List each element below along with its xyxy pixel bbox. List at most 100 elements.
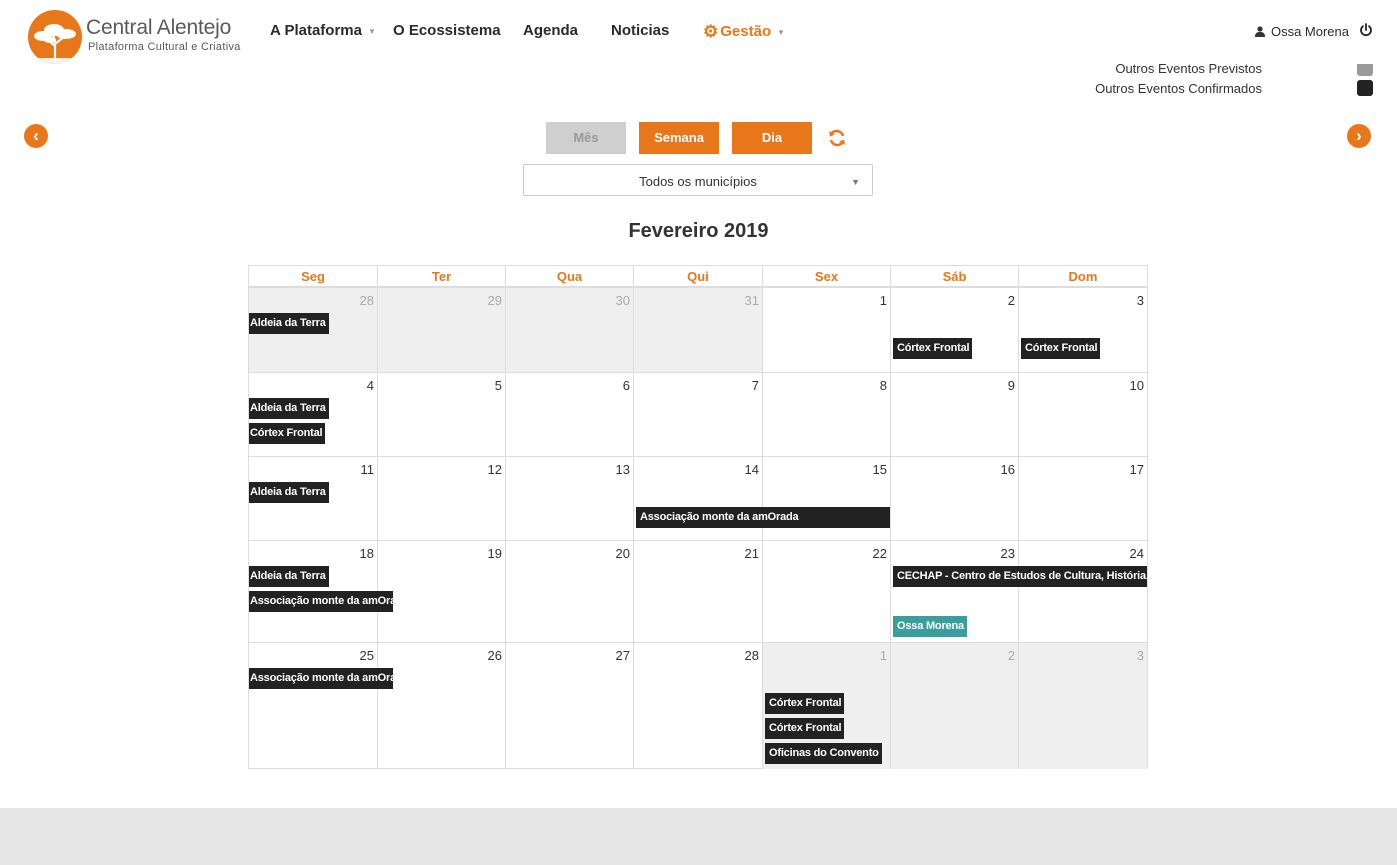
view-week-button[interactable]: Semana: [639, 122, 719, 154]
day-number: 9: [1007, 378, 1015, 393]
day-cell[interactable]: 6: [505, 372, 633, 456]
day-number: 1: [879, 648, 887, 663]
day-cell[interactable]: 16: [890, 456, 1018, 540]
calendar-event[interactable]: Ossa Morena: [893, 616, 967, 637]
day-cell[interactable]: 30: [505, 287, 633, 372]
nav-a-plataforma[interactable]: A Plataforma ▼: [270, 22, 376, 39]
day-number: 2: [1007, 648, 1015, 663]
calendar-event[interactable]: Oficinas do Convento: [765, 743, 882, 764]
day-cell[interactable]: 2: [890, 287, 1018, 372]
day-cell[interactable]: 13: [505, 456, 633, 540]
day-cell[interactable]: 22: [762, 540, 890, 642]
municipality-select[interactable]: Todos os municípios ▼: [523, 164, 873, 196]
day-cell[interactable]: 26: [377, 642, 505, 769]
day-number: 25: [359, 648, 374, 663]
day-cell[interactable]: 12: [377, 456, 505, 540]
day-cell[interactable]: 3: [1018, 642, 1147, 769]
nav-item-label: A Plataforma: [270, 22, 362, 39]
calendar-event[interactable]: Córtex Frontal: [1021, 338, 1101, 359]
weekday-label: Seg: [301, 269, 325, 284]
day-cell[interactable]: 2: [890, 642, 1018, 769]
calendar-event[interactable]: Aldeia da Terra: [249, 482, 329, 503]
day-number: 27: [615, 648, 630, 663]
day-cell[interactable]: 5: [377, 372, 505, 456]
select-value: Todos os municípios: [639, 174, 757, 189]
caret-down-icon: ▼: [777, 27, 786, 37]
user-icon: [1254, 26, 1265, 37]
calendar-event[interactable]: Associação monte da amOrada: [636, 507, 890, 528]
day-number: 15: [872, 462, 887, 477]
day-number: 14: [744, 462, 759, 477]
view-month-button[interactable]: Mês: [546, 122, 626, 154]
day-cell[interactable]: 3: [1018, 287, 1147, 372]
day-number: 12: [487, 462, 502, 477]
day-number: 18: [359, 546, 374, 561]
nav-item-label: O Ecossistema: [393, 22, 501, 39]
day-number: 21: [744, 546, 759, 561]
weekday-label: Sáb: [890, 266, 1018, 287]
day-number: 17: [1129, 462, 1144, 477]
calendar-event[interactable]: Aldeia da Terra: [249, 398, 329, 419]
day-cell[interactable]: 24: [1018, 540, 1147, 642]
weekday-label: Dom: [1018, 266, 1147, 287]
user-menu[interactable]: Ossa Morena: [1254, 24, 1349, 39]
day-cell[interactable]: 9: [890, 372, 1018, 456]
day-cell[interactable]: 21: [633, 540, 762, 642]
weekday-label: Sex: [762, 266, 890, 287]
day-number: 16: [1000, 462, 1015, 477]
nav-item-label: Gestão: [720, 23, 772, 40]
day-number: 5: [494, 378, 502, 393]
chevron-right-icon[interactable]: ›: [1347, 124, 1371, 148]
day-cell[interactable]: 20: [505, 540, 633, 642]
calendar-event[interactable]: CECHAP - Centro de Estudos de Cultura, H…: [893, 566, 1147, 587]
day-number: 24: [1129, 546, 1144, 561]
nav-o-ecossistema[interactable]: O Ecossistema: [393, 22, 501, 39]
day-cell[interactable]: 19: [377, 540, 505, 642]
refresh-icon[interactable]: [827, 128, 847, 148]
day-cell[interactable]: 29: [377, 287, 505, 372]
day-cell[interactable]: 25: [249, 642, 377, 769]
day-number: 22: [872, 546, 887, 561]
calendar-event[interactable]: Córtex Frontal: [893, 338, 973, 359]
day-number: 11: [360, 462, 375, 477]
calendar-event[interactable]: Associação monte da amOrada: [249, 591, 393, 612]
day-number: 1: [879, 293, 887, 308]
legend-label: Outros Eventos Confirmados: [1095, 81, 1262, 96]
day-cell[interactable]: 1: [762, 287, 890, 372]
day-number: 7: [751, 378, 759, 393]
calendar-event[interactable]: Córtex Frontal: [765, 693, 845, 714]
calendar-event[interactable]: Córtex Frontal: [249, 423, 326, 444]
gears-icon: ⚙: [703, 22, 719, 41]
calendar-event[interactable]: Córtex Frontal: [765, 718, 845, 739]
calendar-event[interactable]: Aldeia da Terra: [249, 313, 329, 334]
legend-confirmados: Outros Eventos Confirmados: [1095, 81, 1262, 96]
power-icon[interactable]: [1359, 23, 1373, 37]
day-cell[interactable]: 8: [762, 372, 890, 456]
weekday-label: Ter: [377, 266, 505, 287]
calendar-event[interactable]: Associação monte da amOrada: [249, 668, 393, 689]
day-cell[interactable]: 28: [633, 642, 762, 769]
day-number: 10: [1129, 378, 1144, 393]
nav-item-label: Agenda: [523, 22, 579, 39]
top-navbar: Central Alentejo Plataforma Cultural e C…: [0, 0, 1397, 64]
day-cell[interactable]: 17: [1018, 456, 1147, 540]
chevron-left-icon[interactable]: ‹: [24, 124, 48, 148]
month-calendar: Seg Ter Qua Qui Sex Sáb Dom 28 29 30 31 1 2 3 4 5 6 7 8 9 1…: [248, 265, 1148, 769]
day-cell[interactable]: 27: [505, 642, 633, 769]
day-number: 28: [359, 293, 374, 308]
nav-agenda[interactable]: Agenda: [523, 22, 578, 39]
day-cell[interactable]: 10: [1018, 372, 1147, 456]
day-cell[interactable]: 7: [633, 372, 762, 456]
view-day-button[interactable]: Dia: [732, 122, 812, 154]
user-name: Ossa Morena: [1270, 24, 1349, 39]
day-number: 23: [1000, 546, 1015, 561]
caret-down-icon: ▼: [367, 26, 376, 36]
nav-gestao[interactable]: ⚙ Gestão ▼: [703, 22, 785, 42]
calendar-event[interactable]: Aldeia da Terra: [249, 566, 329, 587]
nav-item-label: Noticias: [611, 22, 670, 39]
day-number: 3: [1136, 293, 1144, 308]
day-cell[interactable]: 31: [633, 287, 762, 372]
day-number: 26: [487, 648, 502, 663]
brand-logo[interactable]: Central Alentejo Plataforma Cultural e C…: [28, 8, 240, 64]
nav-noticias[interactable]: Noticias: [611, 22, 669, 39]
